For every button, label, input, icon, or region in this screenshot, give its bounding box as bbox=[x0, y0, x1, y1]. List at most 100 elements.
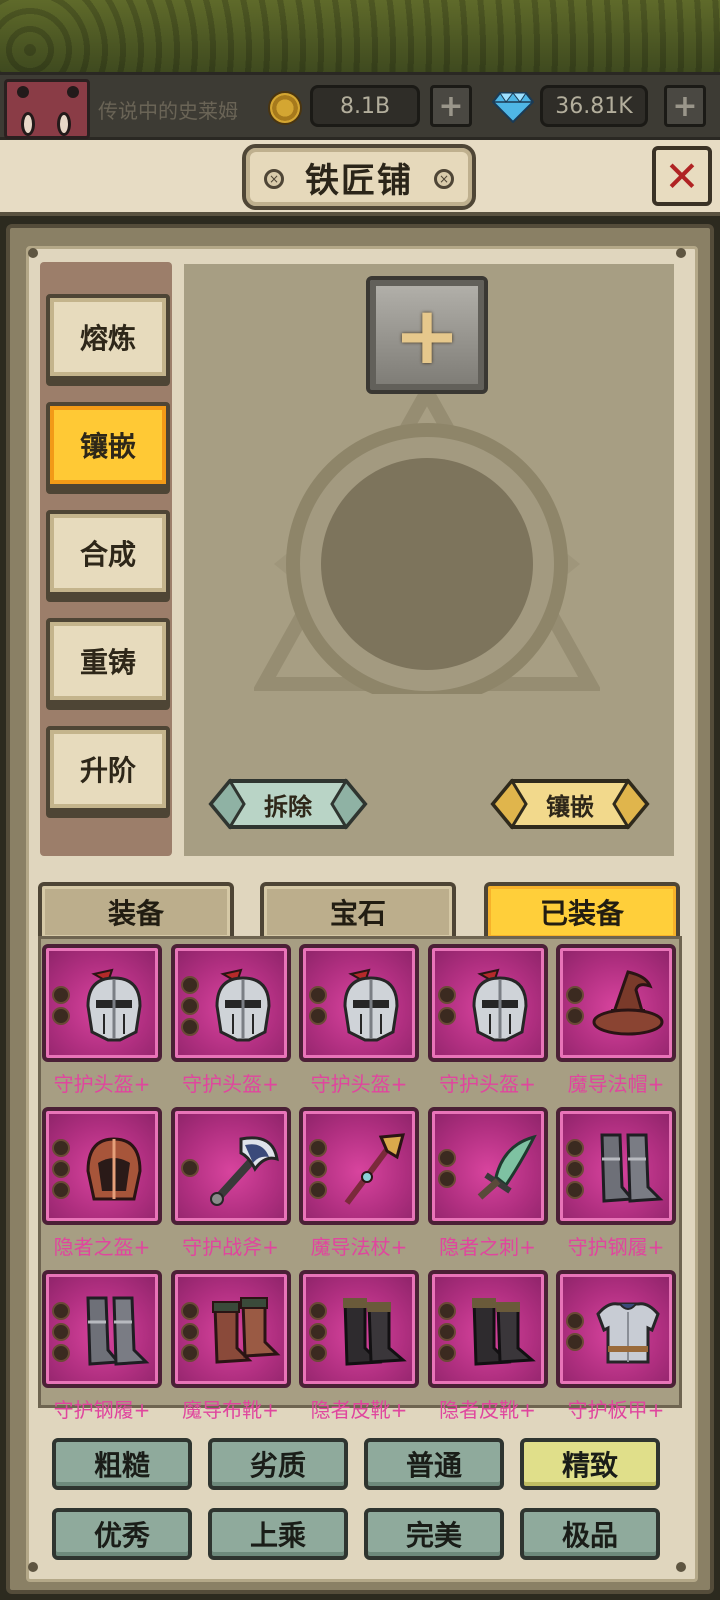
item-name: 守护头盔+ bbox=[439, 1072, 536, 1096]
filter-superior-button[interactable]: 上乘 bbox=[208, 1508, 348, 1560]
item-name: 魔导法杖+ bbox=[310, 1235, 408, 1259]
empty-socket-icon bbox=[180, 997, 199, 1015]
item-frame bbox=[556, 1107, 676, 1225]
magic-staff-icon bbox=[331, 1129, 411, 1209]
empty-socket-icon bbox=[437, 1323, 456, 1341]
item-name: 隐者之盔+ bbox=[53, 1235, 151, 1259]
player-avatar[interactable] bbox=[4, 79, 90, 139]
add-gem-button[interactable]: + bbox=[664, 85, 706, 127]
helmet-icon bbox=[460, 966, 540, 1046]
avatar-eye bbox=[57, 112, 71, 136]
add-equipment-slot[interactable]: + bbox=[366, 276, 488, 394]
equipment-item[interactable]: 隐者皮靴+ bbox=[299, 1270, 419, 1430]
filter-perfect-button[interactable]: 完美 bbox=[364, 1508, 504, 1560]
socket-slots bbox=[437, 986, 458, 1028]
empty-socket-icon bbox=[180, 976, 199, 994]
empty-socket-icon bbox=[52, 1344, 70, 1362]
filter-fine-button[interactable]: 精致 bbox=[520, 1438, 660, 1490]
tab-gems[interactable]: 宝石 bbox=[260, 882, 456, 938]
rivet-icon bbox=[676, 1562, 686, 1572]
remove-gem-label: 拆除 bbox=[264, 792, 312, 821]
equipment-item[interactable]: 守护头盔+ bbox=[170, 944, 291, 1104]
title-bar: × 铁匠铺 × ✕ bbox=[0, 140, 720, 216]
empty-socket-icon bbox=[309, 1181, 327, 1199]
item-name: 魔导法帽+ bbox=[567, 1072, 665, 1096]
game-world-background bbox=[0, 0, 720, 72]
empty-socket-icon bbox=[437, 1302, 456, 1320]
equipment-item[interactable]: 隐者皮靴+ bbox=[427, 1270, 548, 1430]
empty-socket-icon bbox=[52, 1007, 70, 1025]
empty-socket-icon bbox=[309, 986, 327, 1004]
equipment-item[interactable]: 魔导布靴+ bbox=[170, 1270, 291, 1430]
equipment-item[interactable]: 魔导法杖+ bbox=[299, 1107, 419, 1267]
empty-socket-icon bbox=[437, 986, 456, 1004]
empty-socket-icon bbox=[180, 1344, 199, 1362]
item-name: 守护头盔+ bbox=[310, 1072, 408, 1096]
item-frame bbox=[556, 1270, 676, 1388]
equipment-item[interactable]: 守护头盔+ bbox=[427, 944, 548, 1104]
filter-poor-button[interactable]: 劣质 bbox=[208, 1438, 348, 1490]
tab-equipped[interactable]: 已装备 bbox=[484, 882, 680, 938]
gem-socket-emblem bbox=[254, 382, 600, 694]
tab-smelt[interactable]: 熔炼 bbox=[46, 294, 170, 380]
bolt-icon: × bbox=[434, 169, 454, 189]
empty-socket-icon bbox=[309, 1007, 327, 1025]
remove-gem-button[interactable]: 拆除 bbox=[208, 778, 368, 830]
item-name: 守护板甲+ bbox=[567, 1398, 665, 1422]
avatar-ear bbox=[17, 86, 29, 98]
filter-normal-button[interactable]: 普通 bbox=[364, 1438, 504, 1490]
helmet-icon bbox=[203, 966, 283, 1046]
empty-socket-icon bbox=[309, 1323, 327, 1341]
add-gold-button[interactable]: + bbox=[430, 85, 472, 127]
empty-socket-icon bbox=[566, 1007, 584, 1025]
empty-socket-icon bbox=[180, 1302, 199, 1320]
socket-slots bbox=[566, 1312, 586, 1354]
empty-socket-icon bbox=[52, 1160, 70, 1178]
tab-recast[interactable]: 重铸 bbox=[46, 618, 170, 704]
item-name: 隐者皮靴+ bbox=[439, 1398, 536, 1422]
item-frame bbox=[170, 944, 291, 1062]
close-button[interactable]: ✕ bbox=[652, 146, 712, 206]
wizard-hat-icon bbox=[588, 966, 668, 1046]
item-name: 守护头盔+ bbox=[182, 1072, 279, 1096]
equipment-item[interactable]: 隐者之刺+ bbox=[427, 1107, 548, 1267]
tab-equipment[interactable]: 装备 bbox=[38, 882, 234, 938]
steel-boots-icon bbox=[588, 1129, 668, 1209]
equipment-item[interactable]: 守护头盔+ bbox=[299, 944, 419, 1104]
item-frame bbox=[299, 1107, 419, 1225]
item-frame bbox=[42, 944, 162, 1062]
dagger-icon bbox=[460, 1129, 540, 1209]
item-name: 隐者之刺+ bbox=[439, 1235, 536, 1259]
item-frame bbox=[170, 1270, 291, 1388]
empty-socket-icon bbox=[52, 1139, 70, 1157]
equipment-item[interactable]: 隐者之盔+ bbox=[42, 1107, 162, 1267]
item-frame bbox=[556, 944, 676, 1062]
socket-slots bbox=[309, 1302, 329, 1365]
inlay-gem-button[interactable]: 镶嵌 bbox=[490, 778, 650, 830]
equipment-item[interactable]: 守护板甲+ bbox=[556, 1270, 676, 1430]
steel-boots-icon bbox=[74, 1292, 154, 1372]
tab-synthesize[interactable]: 合成 bbox=[46, 510, 170, 596]
item-frame bbox=[299, 944, 419, 1062]
equipment-item[interactable]: 守护战斧+ bbox=[170, 1107, 291, 1267]
equipment-item[interactable]: 守护钢履+ bbox=[556, 1107, 676, 1267]
equipment-item[interactable]: 守护钢履+ bbox=[42, 1270, 162, 1430]
filter-rough-button[interactable]: 粗糙 bbox=[52, 1438, 192, 1490]
tab-inlay[interactable]: 镶嵌 bbox=[46, 402, 170, 488]
equipment-item[interactable]: 守护头盔+ bbox=[42, 944, 162, 1104]
empty-socket-icon bbox=[52, 1302, 70, 1320]
equipment-item[interactable]: 魔导法帽+ bbox=[556, 944, 676, 1104]
item-name: 守护头盔+ bbox=[53, 1072, 151, 1096]
player-status-bar: 传说中的史莱姆 8.1B + 36.81K + bbox=[0, 72, 720, 140]
rivet-icon bbox=[28, 1562, 38, 1572]
empty-socket-icon bbox=[437, 1344, 456, 1362]
helmet-icon bbox=[331, 966, 411, 1046]
filter-legendary-button[interactable]: 极品 bbox=[520, 1508, 660, 1560]
page-title: 铁匠铺 bbox=[305, 160, 413, 201]
gold-coin-icon bbox=[268, 91, 302, 125]
tab-upgrade[interactable]: 升阶 bbox=[46, 726, 170, 812]
socket-slots bbox=[309, 1139, 329, 1202]
hood-helmet-icon bbox=[74, 1129, 154, 1209]
filter-excellent-button[interactable]: 优秀 bbox=[52, 1508, 192, 1560]
helmet-icon bbox=[74, 966, 154, 1046]
